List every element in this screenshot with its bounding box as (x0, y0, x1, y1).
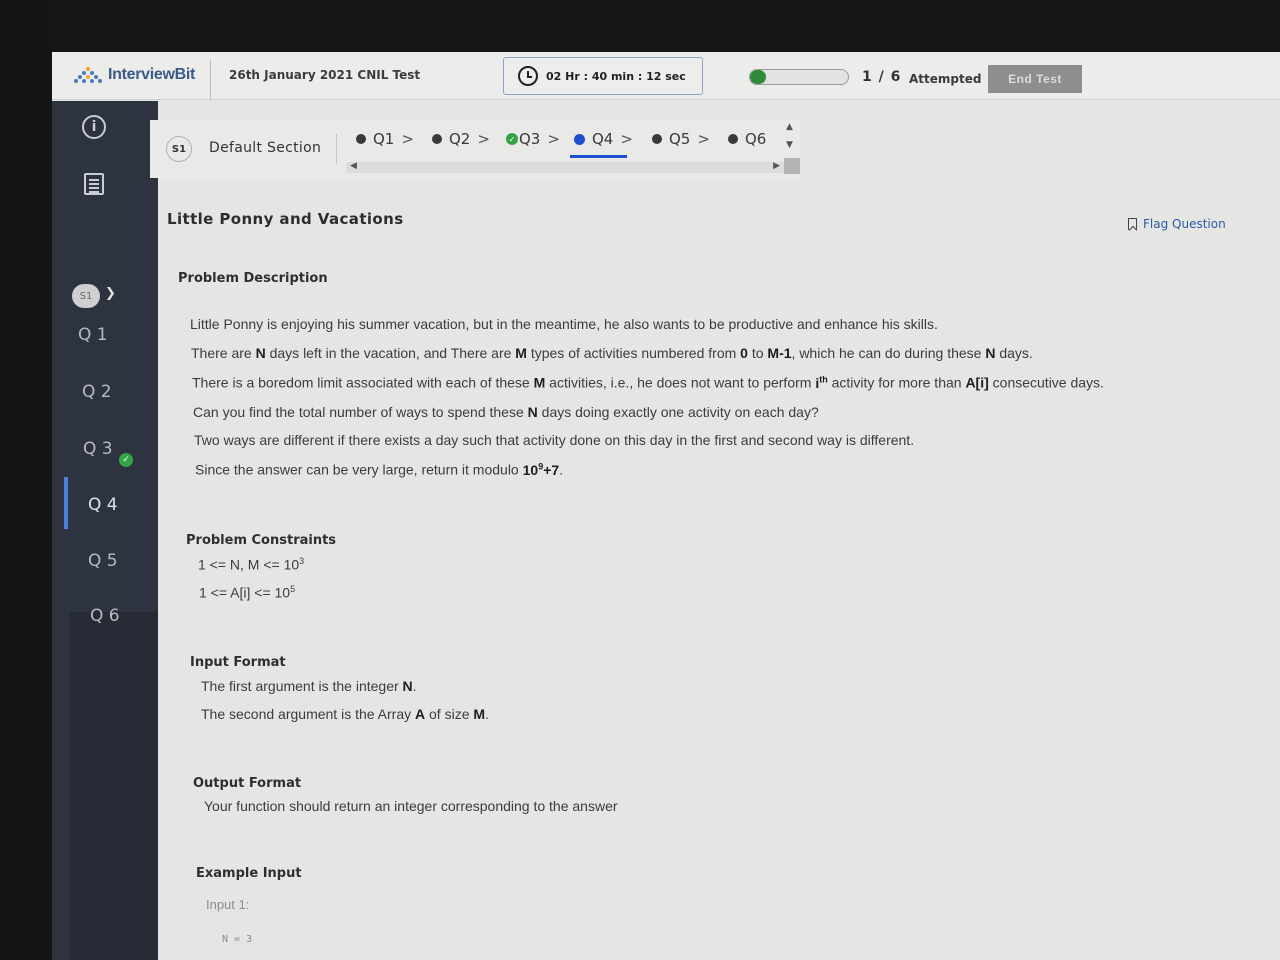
logo-mark-icon (74, 67, 102, 83)
left-sidebar: i S1 ❯ Q 1 Q 2 Q 3 ✓ Q 4 Q 5 Q 6 (52, 101, 158, 960)
interviewbit-logo[interactable]: InterviewBit (72, 66, 195, 84)
tab-label: Q4 (592, 130, 614, 148)
status-dot-icon (432, 134, 442, 144)
question-content: Little Ponny and Vacations Flag Question… (158, 182, 1280, 960)
attempt-count: 1 / 6 (862, 69, 902, 85)
attempted-check-icon: ✓ (119, 453, 133, 467)
constraint-line-1: 1 <= N, M <= 103 (198, 556, 305, 573)
progress-fill (750, 70, 767, 84)
sidebar-item-q4[interactable]: Q 4 (88, 495, 118, 515)
sidebar-item-q1[interactable]: Q 1 (78, 325, 108, 345)
chevron-right-icon: > (547, 130, 560, 148)
input-line-1: The first argument is the integer N. (201, 678, 417, 694)
description-line-3: There is a boredom limit associated with… (192, 374, 1104, 391)
question-list-icon[interactable] (84, 173, 104, 195)
description-line-4: Can you find the total number of ways to… (193, 404, 819, 420)
description-line-5: Two ways are different if there exists a… (194, 432, 915, 448)
tab-q5[interactable]: Q5 > (652, 130, 710, 148)
monitor-bezel-left (0, 0, 52, 960)
problem-constraints-heading: Problem Constraints (186, 533, 337, 548)
sidebar-item-q3[interactable]: Q 3 (83, 439, 113, 459)
description-line-2: There are N days left in the vacation, a… (191, 345, 1033, 361)
tab-label: Q3 (519, 130, 541, 148)
timer-text: 02 Hr : 40 min : 12 sec (546, 69, 686, 83)
active-question-indicator (64, 477, 68, 529)
scroll-down-arrow-icon[interactable]: ▼ (786, 140, 793, 150)
test-title: 26th January 2021 CNIL Test (229, 68, 421, 82)
sidebar-item-q6[interactable]: Q 6 (90, 606, 120, 626)
output-line-1: Your function should return an integer c… (204, 798, 618, 814)
tab-label: Q5 (669, 130, 691, 148)
scroll-up-arrow-icon[interactable]: ▲ (786, 122, 793, 132)
tabs-horizontal-scrollbar[interactable]: ◀ ▶ (346, 161, 784, 173)
sidebar-section-badge[interactable]: S1 (72, 284, 100, 308)
tab-q4[interactable]: Q4 > (574, 130, 633, 148)
question-nav-strip: S1 Default Section Q1 > Q2 > ✓ Q3 > Q4 >… (150, 120, 800, 178)
output-format-heading: Output Format (193, 776, 302, 791)
chevron-right-icon: > (620, 130, 633, 148)
input-line-2: The second argument is the Array A of si… (201, 706, 489, 722)
scroll-right-arrow-icon[interactable]: ▶ (773, 161, 780, 171)
header-divider (210, 60, 211, 100)
tab-label: Q2 (449, 130, 471, 148)
tab-label: Q1 (373, 130, 395, 148)
timer-box: 02 Hr : 40 min : 12 sec (503, 57, 703, 95)
bookmark-icon (1128, 218, 1137, 230)
attempt-label: Attempted (909, 72, 982, 86)
check-icon: ✓ (506, 133, 518, 145)
tab-q2[interactable]: Q2 > (432, 130, 490, 148)
example-code-line: N = 3 (222, 934, 253, 945)
section-name[interactable]: Default Section (209, 140, 321, 156)
top-header: InterviewBit 26th January 2021 CNIL Test… (52, 52, 1280, 100)
chevron-right-icon: > (401, 130, 414, 148)
example-input-heading: Example Input (196, 866, 302, 881)
tab-label: Q6 (745, 130, 767, 148)
status-dot-icon (728, 134, 738, 144)
tab-q1[interactable]: Q1 > (356, 130, 414, 148)
question-title: Little Ponny and Vacations (167, 210, 404, 228)
status-dot-icon (356, 134, 366, 144)
chevron-down-icon[interactable]: ❯ (105, 286, 116, 301)
sidebar-item-q5[interactable]: Q 5 (88, 551, 118, 571)
example-input-label: Input 1: (206, 897, 250, 912)
nav-divider (336, 134, 337, 164)
section-badge[interactable]: S1 (166, 136, 192, 162)
app-screen: InterviewBit 26th January 2021 CNIL Test… (52, 52, 1280, 960)
status-dot-icon (574, 133, 585, 145)
flag-label: Flag Question (1143, 217, 1226, 231)
monitor-bezel-top (0, 0, 1280, 52)
chevron-right-icon: > (477, 130, 490, 148)
description-line-1: Little Ponny is enjoying his summer vaca… (190, 316, 938, 332)
scroll-left-arrow-icon[interactable]: ◀ (350, 161, 357, 171)
end-test-button[interactable]: End Test (988, 65, 1082, 93)
scrollbar-corner (784, 158, 800, 174)
status-dot-icon (652, 134, 662, 144)
active-tab-underline (570, 155, 627, 158)
attempt-progress-bar (749, 69, 849, 85)
chevron-right-icon: > (697, 130, 710, 148)
tab-q6[interactable]: Q6 (728, 130, 766, 148)
constraint-line-2: 1 <= A[i] <= 105 (199, 584, 296, 601)
tab-q3[interactable]: ✓ Q3 > (506, 130, 560, 148)
input-format-heading: Input Format (190, 655, 286, 670)
description-line-6: Since the answer can be very large, retu… (195, 461, 564, 478)
problem-description-heading: Problem Description (178, 271, 328, 286)
logo-text: InterviewBit (108, 66, 196, 83)
info-icon[interactable]: i (82, 115, 106, 139)
sidebar-lower-panel (70, 612, 158, 960)
sidebar-item-q2[interactable]: Q 2 (82, 382, 112, 402)
clock-icon (518, 66, 538, 86)
flag-question-button[interactable]: Flag Question (1124, 210, 1252, 238)
